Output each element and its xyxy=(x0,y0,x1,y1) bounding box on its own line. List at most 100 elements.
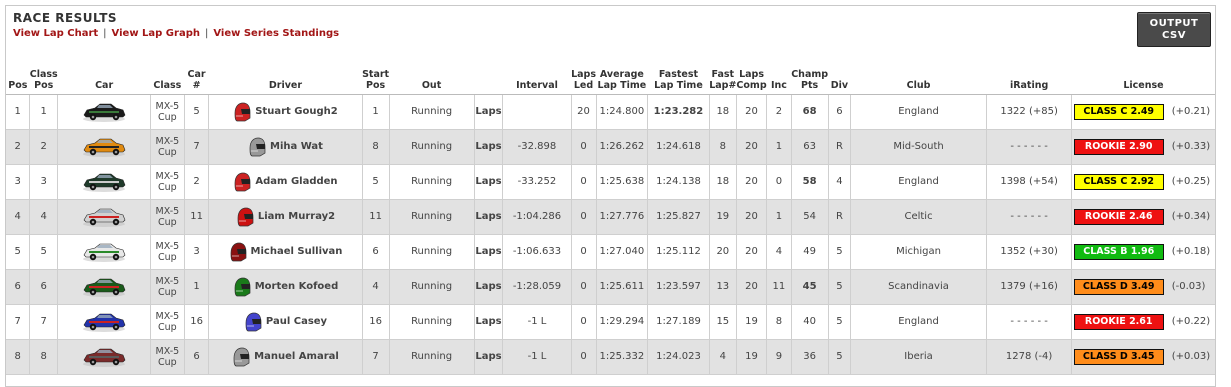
cell-class: MX-5 Cup xyxy=(150,269,185,305)
cell-car-number: 6 xyxy=(183,339,209,375)
col-irating: iRating xyxy=(986,61,1072,95)
cell-pos: 5 xyxy=(6,234,30,270)
laps-link[interactable]: Laps xyxy=(473,234,503,270)
col-club: Club xyxy=(850,61,987,95)
race-results-panel: RACE RESULTS View Lap Chart | View Lap Gra… xyxy=(5,5,1216,387)
cell-out: Running xyxy=(388,199,475,235)
cell-driver: Miha Wat xyxy=(208,129,363,165)
cell-laps-led: 0 xyxy=(570,129,597,165)
cell-champ-pts: 63 xyxy=(790,129,829,165)
cell-laps-led: 0 xyxy=(570,234,597,270)
license-badge: CLASS D 3.49 xyxy=(1073,278,1164,295)
cell-license: ROOKIE 2.61 (+0.22) xyxy=(1071,304,1215,340)
cell-irating: 1398 (+54) xyxy=(985,164,1072,200)
cell-car-number: 5 xyxy=(183,94,209,130)
col-laps-comp: Laps Comp xyxy=(736,61,767,95)
cell-average-lap: 1:25.332 xyxy=(595,339,648,375)
license-badge: ROOKIE 2.90 xyxy=(1073,138,1164,155)
laps-link[interactable]: Laps xyxy=(473,269,503,305)
car-icon xyxy=(83,103,126,122)
license-badge: CLASS B 1.96 xyxy=(1073,243,1164,260)
laps-link[interactable]: Laps xyxy=(473,94,503,130)
license-delta: (+0.33) xyxy=(1171,141,1211,152)
table-row: 7 7 MX-5 Cup 16 Paul Casey 16 Running Laps -1 L01… xyxy=(6,304,1215,340)
csv-label-line1: OUTPUT xyxy=(1149,17,1199,29)
cell-fast-lap-number: 19 xyxy=(708,199,737,235)
car-image xyxy=(57,129,151,165)
driver-name[interactable]: Miha Wat xyxy=(270,141,323,152)
cell-laps-comp: 20 xyxy=(735,234,767,270)
cell-class-pos: 5 xyxy=(29,234,58,270)
table-row: 3 3 MX-5 Cup 2 Adam Gladden 5 Running Laps -33.25… xyxy=(6,164,1215,200)
cell-fastest-lap: 1:25.112 xyxy=(647,234,710,270)
view-lap-graph-link[interactable]: View Lap Graph xyxy=(112,28,200,39)
col-start-pos: Start Pos xyxy=(362,61,390,95)
cell-irating: - - - - - - xyxy=(985,199,1072,235)
col-div: Div xyxy=(828,61,851,95)
output-csv-button[interactable]: OUTPUT CSV xyxy=(1137,12,1211,47)
cell-start-pos: 7 xyxy=(361,339,390,375)
cell-average-lap: 1:24.800 xyxy=(595,94,648,130)
cell-class: MX-5 Cup xyxy=(150,94,185,130)
driver-name[interactable]: Adam Gladden xyxy=(255,176,337,187)
license-delta: (+0.22) xyxy=(1171,316,1211,327)
table-row: 4 4 MX-5 Cup 11 Liam Murray2 11 Running Laps -1:0… xyxy=(6,199,1215,235)
cell-car-number: 2 xyxy=(183,164,209,200)
cell-license: CLASS D 3.49 (-0.03) xyxy=(1071,269,1215,305)
cell-fastest-lap: 1:23.597 xyxy=(647,269,710,305)
cell-class: MX-5 Cup xyxy=(150,339,185,375)
cell-car-number: 16 xyxy=(183,304,209,340)
view-series-standings-link[interactable]: View Series Standings xyxy=(213,28,339,39)
cell-average-lap: 1:25.638 xyxy=(595,164,648,200)
cell-club: Iberia xyxy=(850,339,987,375)
cell-class: MX-5 Cup xyxy=(150,164,185,200)
cell-champ-pts: 49 xyxy=(790,234,829,270)
cell-interval: -32.898 xyxy=(502,129,572,165)
cell-interval: -1 L xyxy=(502,304,572,340)
license-delta: (+0.25) xyxy=(1171,176,1211,187)
cell-class-pos: 4 xyxy=(29,199,58,235)
cell-laps-led: 0 xyxy=(570,199,597,235)
car-icon xyxy=(83,313,126,332)
driver-name[interactable]: Manuel Amaral xyxy=(254,351,339,362)
cell-fast-lap-number: 18 xyxy=(708,164,737,200)
cell-license: ROOKIE 2.90 (+0.33) xyxy=(1071,129,1215,165)
laps-link[interactable]: Laps xyxy=(473,199,503,235)
col-average-lap: Average Lap Time xyxy=(596,61,648,95)
cell-inc: 8 xyxy=(766,304,792,340)
helmet-icon xyxy=(249,137,266,156)
cell-out: Running xyxy=(388,304,475,340)
cell-class: MX-5 Cup xyxy=(150,129,185,165)
laps-link[interactable]: Laps xyxy=(473,164,503,200)
cell-laps-comp: 19 xyxy=(735,339,767,375)
cell-out: Running xyxy=(388,234,475,270)
cell-start-pos: 8 xyxy=(361,129,390,165)
cell-interval: -1:06.633 xyxy=(502,234,572,270)
driver-name[interactable]: Liam Murray2 xyxy=(258,211,335,222)
laps-link[interactable]: Laps xyxy=(473,339,503,375)
cell-champ-pts: 40 xyxy=(790,304,829,340)
col-license: License xyxy=(1071,61,1215,95)
license-delta: (+0.18) xyxy=(1171,246,1211,257)
helmet-icon xyxy=(233,347,250,366)
cell-start-pos: 4 xyxy=(361,269,390,305)
cell-irating: - - - - - - xyxy=(985,129,1072,165)
col-empty xyxy=(474,61,503,95)
cell-laps-led: 0 xyxy=(570,339,597,375)
cell-interval: -1 L xyxy=(502,339,572,375)
laps-link[interactable]: Laps xyxy=(473,129,503,165)
cell-license: CLASS D 3.45 (+0.03) xyxy=(1071,339,1215,375)
cell-average-lap: 1:27.040 xyxy=(595,234,648,270)
driver-name[interactable]: Paul Casey xyxy=(266,316,327,327)
laps-link[interactable]: Laps xyxy=(473,304,503,340)
view-lap-chart-link[interactable]: View Lap Chart xyxy=(13,28,98,39)
cell-div: 5 xyxy=(827,339,851,375)
car-icon xyxy=(83,208,126,227)
cell-average-lap: 1:25.611 xyxy=(595,269,648,305)
driver-name[interactable]: Michael Sullivan xyxy=(251,246,343,257)
driver-name[interactable]: Stuart Gough2 xyxy=(255,106,337,117)
cell-fastest-lap: 1:24.138 xyxy=(647,164,710,200)
cell-inc: 1 xyxy=(766,129,792,165)
driver-name[interactable]: Morten Kofoed xyxy=(255,281,339,292)
car-icon xyxy=(83,278,126,297)
